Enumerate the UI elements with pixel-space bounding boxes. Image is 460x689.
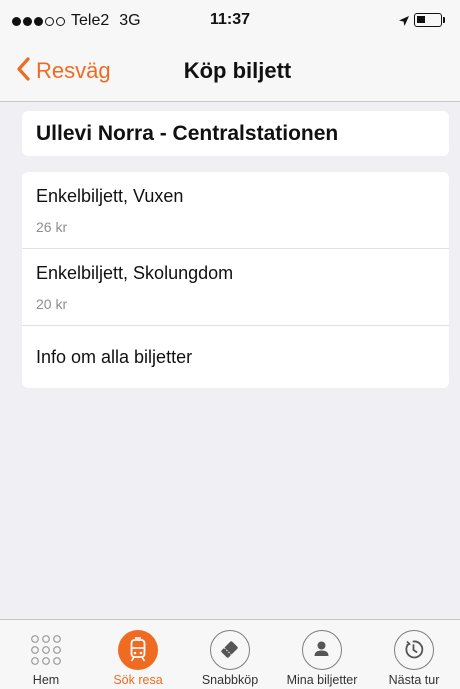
route-card: Ullevi Norra - Centralstationen xyxy=(22,111,449,156)
info-all-tickets-link[interactable]: Info om alla biljetter xyxy=(22,326,449,388)
ticket-option-skolungdom[interactable]: Enkelbiljett, Skolungdom 20 kr xyxy=(22,249,449,326)
tab-nasta-tur[interactable]: Nästa tur xyxy=(368,620,460,689)
page-title: Köp biljett xyxy=(183,58,292,83)
ticket-icon xyxy=(210,630,250,670)
ticket-list: Enkelbiljett, Vuxen 26 kr Enkelbiljett, … xyxy=(22,172,449,388)
location-arrow-icon xyxy=(398,14,410,32)
tab-label: Sök resa xyxy=(113,673,163,687)
grid-icon xyxy=(30,634,62,671)
info-link-label: Info om alla biljetter xyxy=(36,347,193,367)
status-bar: Tele2 3G 11:37 xyxy=(0,0,460,40)
navigation-bar: Resväg Köp biljett xyxy=(0,40,460,102)
ticket-name: Enkelbiljett, Skolungdom xyxy=(36,263,234,283)
tab-hem[interactable]: Hem xyxy=(0,620,92,689)
page-title-wrap: Köp biljett xyxy=(0,58,460,84)
tram-icon xyxy=(118,630,158,670)
tab-bar: Hem Sök resa Snabbköp Mina biljetter Näs… xyxy=(0,619,460,689)
tab-mina-biljetter[interactable]: Mina biljetter xyxy=(276,620,368,689)
tab-label: Mina biljetter xyxy=(286,673,358,687)
tab-sok-resa[interactable]: Sök resa xyxy=(92,620,184,689)
status-time: 11:37 xyxy=(209,11,251,28)
route-label: Ullevi Norra - Centralstationen xyxy=(36,121,339,145)
clock-icon xyxy=(394,630,434,670)
user-icon xyxy=(302,630,342,670)
ticket-option-vuxen[interactable]: Enkelbiljett, Vuxen 26 kr xyxy=(22,172,449,249)
tab-snabbkop[interactable]: Snabbköp xyxy=(184,620,276,689)
ticket-price: 20 kr xyxy=(36,296,68,312)
tab-label: Hem xyxy=(32,673,60,687)
ticket-name: Enkelbiljett, Vuxen xyxy=(36,186,184,206)
battery-tip xyxy=(443,17,445,23)
ticket-price: 26 kr xyxy=(36,219,68,235)
tab-label: Nästa tur xyxy=(388,673,440,687)
tab-label: Snabbköp xyxy=(201,673,259,687)
battery-icon xyxy=(414,13,442,27)
